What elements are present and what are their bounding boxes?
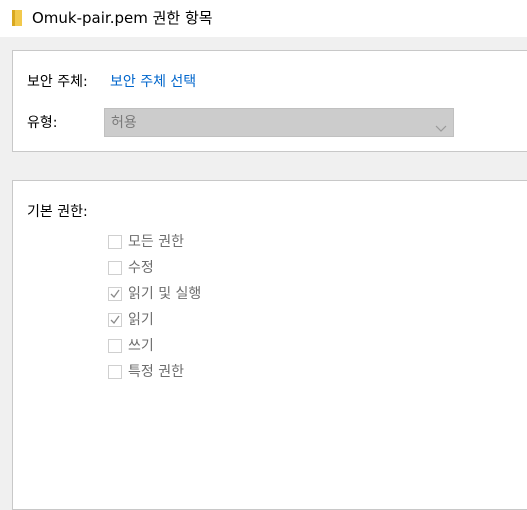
permission-label: 쓰기 — [128, 338, 154, 354]
checkmark-icon — [110, 289, 120, 299]
permissions-panel: 기본 권한: 모든 권한 수정 읽기 및 실행 읽기 쓰기 특정 권한 — [12, 180, 527, 510]
permission-label: 읽기 — [128, 312, 154, 328]
permission-label: 수정 — [128, 260, 154, 276]
principal-label: 보안 주체: — [27, 74, 88, 90]
chevron-down-icon — [435, 118, 447, 132]
type-select-value: 허용 — [111, 115, 137, 131]
checkbox[interactable] — [108, 365, 122, 379]
checkbox[interactable] — [108, 313, 122, 327]
permission-label: 특정 권한 — [128, 364, 184, 380]
permission-label: 읽기 및 실행 — [128, 286, 202, 302]
principal-panel: 보안 주체: 보안 주체 선택 유형: 허용 — [12, 50, 527, 152]
checkmark-icon — [110, 315, 120, 325]
basic-permissions-heading: 기본 권한: — [27, 204, 88, 220]
permission-modify[interactable]: 수정 — [108, 259, 308, 279]
permission-read-execute[interactable]: 읽기 및 실행 — [108, 285, 308, 305]
permission-read[interactable]: 읽기 — [108, 311, 308, 331]
checkbox[interactable] — [108, 287, 122, 301]
checkbox[interactable] — [108, 339, 122, 353]
checkbox[interactable] — [108, 235, 122, 249]
select-principal-link[interactable]: 보안 주체 선택 — [110, 73, 196, 91]
title-bar: Omuk-pair.pem 권한 항목 — [0, 0, 527, 37]
permission-label: 모든 권한 — [128, 234, 184, 250]
window-title: Omuk-pair.pem 권한 항목 — [32, 9, 213, 27]
folder-icon — [12, 10, 22, 26]
permission-special[interactable]: 특정 권한 — [108, 363, 308, 383]
permission-full-control[interactable]: 모든 권한 — [108, 233, 308, 253]
type-select[interactable]: 허용 — [104, 108, 454, 137]
permission-write[interactable]: 쓰기 — [108, 337, 308, 357]
type-label: 유형: — [27, 115, 58, 131]
checkbox[interactable] — [108, 261, 122, 275]
